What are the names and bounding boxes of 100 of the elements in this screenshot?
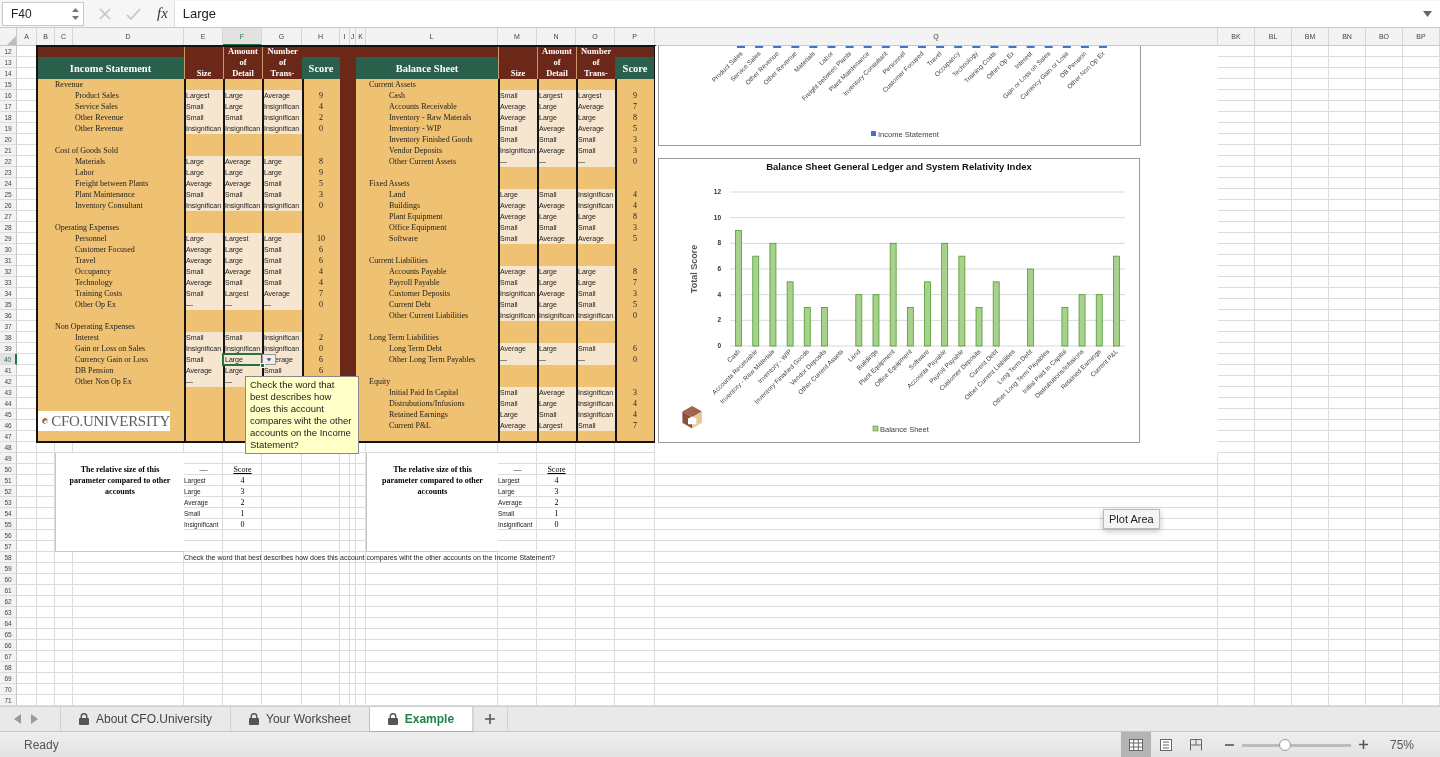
dash-label: —	[198, 464, 209, 475]
bar	[924, 281, 931, 347]
score-cell-text: 3	[632, 222, 638, 233]
chart-title: Balance Sheet General Ledger and System Relativity Index	[766, 161, 1032, 172]
account-name: Distrubutions/Infusions	[388, 398, 466, 409]
score-cell-text: 4	[632, 189, 638, 200]
column-header: Amount of Detail	[537, 46, 576, 79]
sheet-tab[interactable]: About CFO.University	[61, 707, 232, 731]
section-heading: Operating Expenses	[55, 222, 121, 233]
logo: CFO.UNIVERSITY	[38, 411, 170, 431]
fill-handle[interactable]	[260, 363, 265, 368]
account-name: Training Costs	[74, 288, 124, 299]
scale-score: 3	[239, 486, 246, 497]
score-cell-text: 3	[632, 387, 638, 398]
account-name: Plant Maintenance	[74, 189, 136, 200]
formula-field[interactable]: Large	[173, 0, 1440, 27]
score-header: Score	[232, 464, 253, 475]
account-name: Materials	[74, 156, 107, 167]
account-name: DB Pension	[74, 365, 115, 376]
view-button[interactable]	[1120, 732, 1151, 757]
sheet-tab[interactable]: Your Worksheet	[231, 707, 370, 731]
column-header: Size	[184, 46, 223, 79]
bar	[803, 307, 811, 347]
section-heading: Equity	[368, 376, 392, 387]
scale-score: 2	[553, 497, 560, 508]
bar	[975, 307, 983, 347]
bar	[906, 307, 914, 347]
account-name: Inventory Finished Goods	[388, 134, 474, 145]
scale-score: 1	[553, 508, 560, 519]
scroll-right-icon[interactable]	[31, 714, 38, 724]
account-name: Other Current Liabilities	[388, 310, 470, 321]
score-cell-text: 10	[316, 233, 326, 244]
bar	[992, 281, 1000, 347]
name-box[interactable]: F40	[2, 1, 84, 26]
scale-score: 4	[553, 475, 560, 486]
score-cell-text: 4	[632, 200, 638, 211]
score-cell-text: 0	[632, 354, 638, 365]
account-name: Cash	[388, 90, 406, 101]
score-cell-text: 4	[318, 277, 324, 288]
spinner-icon[interactable]	[71, 6, 80, 21]
dropdown-icon[interactable]	[1423, 10, 1432, 17]
account-name: Inventory - WIP	[388, 123, 443, 134]
score-cell-text: 5	[318, 178, 324, 189]
score-cell-text: 6	[318, 354, 324, 365]
account-name: Other Op Ex	[74, 299, 117, 310]
zoom-in-icon[interactable]	[1358, 740, 1368, 749]
account-name: Current Debt	[388, 299, 432, 310]
scale-caption: The relative size of this parameter compared to other accounts	[55, 453, 184, 552]
score-cell-text: 9	[318, 90, 324, 101]
column-header: Score	[615, 57, 655, 79]
account-name: Payroll Payable	[388, 277, 441, 288]
score-cell-text: 8	[632, 112, 638, 123]
column-header: Amount of Detail	[223, 46, 262, 79]
sheet-tab[interactable]: Example	[369, 707, 474, 731]
account-name: Other Current Assets	[388, 156, 458, 167]
zoom-out-icon[interactable]	[1224, 743, 1234, 746]
score-cell-text: 4	[318, 266, 324, 277]
scroll-left-icon[interactable]	[14, 714, 21, 724]
grid-icon	[1128, 738, 1143, 751]
score-cell-text: 0	[318, 123, 324, 134]
score-cell-text: 7	[632, 420, 638, 431]
column-header: Size	[498, 46, 537, 79]
section-heading: Revenue	[55, 79, 84, 90]
account-name: Customer Focused	[74, 244, 136, 255]
score-cell-text: 0	[318, 299, 324, 310]
account-name: Personnel	[74, 233, 108, 244]
score-cell-text: 6	[318, 244, 324, 255]
score-cell-text: 6	[318, 365, 324, 376]
table-title: Income Statement	[37, 57, 184, 79]
score-cell-text: 9	[318, 167, 324, 178]
account-name: Accounts Payable	[388, 266, 448, 277]
account-name: Technology	[74, 277, 114, 288]
section-heading: Fixed Assets	[368, 178, 411, 189]
account-name: Land	[388, 189, 407, 200]
dash-label: —	[512, 464, 523, 475]
function-label[interactable]: fx	[157, 5, 168, 22]
score-cell-text: 6	[318, 255, 324, 266]
tooltip: Plot Area	[1103, 509, 1160, 529]
account-name: Accounts Receivable	[388, 101, 458, 112]
score-cell-text: 0	[632, 310, 638, 321]
bar	[821, 307, 828, 347]
check-icon[interactable]	[126, 6, 141, 21]
account-name: Plant Equipment	[388, 211, 444, 222]
axis-title: Total Score	[689, 244, 699, 294]
section-heading: Current Assets	[368, 79, 417, 90]
account-name: Retained Earnings	[388, 409, 449, 420]
score-cell-text: 7	[632, 101, 638, 112]
table-title: Balance Sheet	[356, 57, 498, 79]
column-header: Number of Trans-	[576, 46, 615, 79]
account-name: Long Term Debt	[388, 343, 444, 354]
account-name: Other Revenue	[74, 112, 125, 123]
slider-thumb[interactable]	[1278, 738, 1291, 751]
scale-score: 3	[553, 486, 560, 497]
account-name: Interest	[74, 332, 100, 343]
page-icon	[1158, 738, 1173, 751]
account-name: Service Sales	[74, 101, 119, 112]
account-name: Other Revenue	[74, 123, 125, 134]
score-cell-text: 0	[632, 156, 638, 167]
bar	[786, 281, 794, 347]
score-header: Score	[546, 464, 567, 475]
